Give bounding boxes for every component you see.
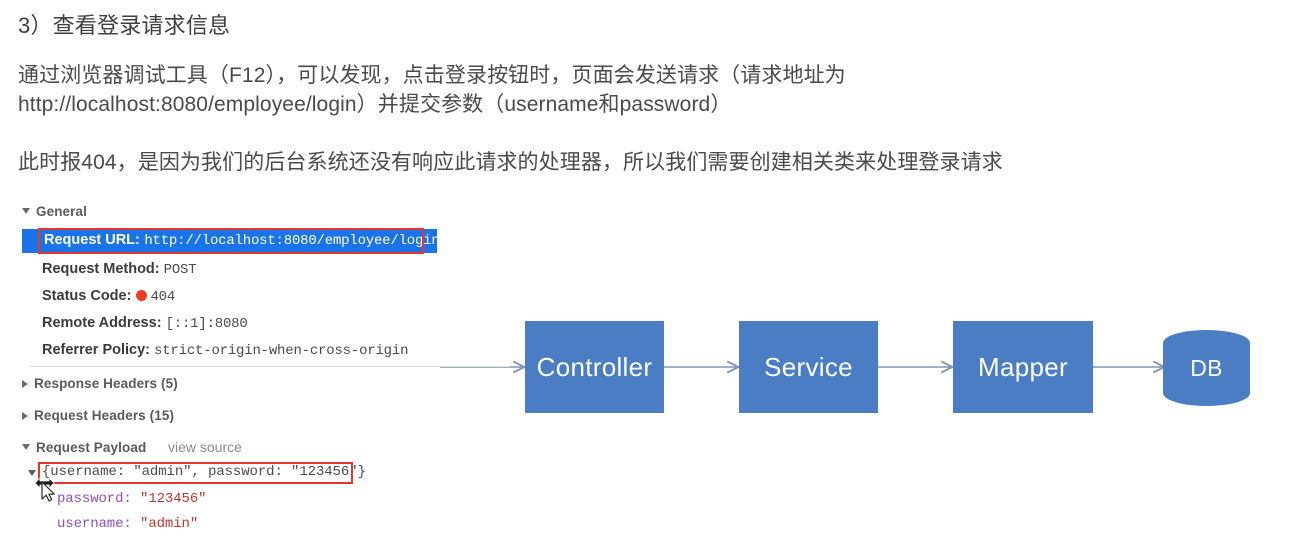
request-method-value: POST xyxy=(163,262,197,278)
request-url-value: http://localhost:8080/employee/login xyxy=(144,233,440,249)
section-general-label: General xyxy=(36,204,87,219)
section-request-headers-label: Request Headers (15) xyxy=(34,408,175,423)
status-error-dot-icon xyxy=(136,290,148,301)
request-url-key: Request URL: xyxy=(44,232,140,248)
diagram-node-db-label: DB xyxy=(1190,354,1223,381)
section-request-headers[interactable]: Request Headers (15) xyxy=(22,408,174,423)
chevron-down-icon xyxy=(22,444,30,450)
diagram-node-mapper-label: Mapper xyxy=(978,351,1068,382)
status-code-key: Status Code: xyxy=(42,288,132,304)
referrer-policy-key: Referrer Policy: xyxy=(42,342,150,358)
diagram-node-mapper: Mapper xyxy=(953,321,1093,413)
payload-username-key: username: xyxy=(57,516,132,532)
row-status-code[interactable]: Status Code: 404 xyxy=(42,286,175,307)
section-request-payload-label: Request Payload xyxy=(36,440,147,455)
referrer-policy-value: strict-origin-when-cross-origin xyxy=(154,343,409,359)
payload-entry-password[interactable]: password: "123456" xyxy=(57,491,207,507)
section-response-headers[interactable]: Response Headers (5) xyxy=(22,376,178,391)
request-method-key: Request Method: xyxy=(42,261,160,277)
section-request-payload[interactable]: Request Payload xyxy=(22,440,146,455)
remote-address-key: Remote Address: xyxy=(42,315,162,331)
payload-password-key: password: xyxy=(57,491,132,507)
view-source-link[interactable]: view source xyxy=(168,439,242,455)
diagram-node-controller-label: Controller xyxy=(536,351,653,382)
payload-username-value: "admin" xyxy=(140,516,199,532)
diagram-node-db: DB xyxy=(1163,330,1250,406)
row-remote-address[interactable]: Remote Address: [::1]:8080 xyxy=(42,313,248,334)
chevron-down-icon xyxy=(22,208,30,214)
diagram-node-service-label: Service xyxy=(764,351,853,382)
payload-password-value: "123456" xyxy=(140,491,207,507)
section-response-headers-label: Response Headers (5) xyxy=(34,376,178,391)
section-general[interactable]: General xyxy=(22,204,87,219)
payload-expand-chevron-down-icon[interactable] xyxy=(28,470,36,476)
row-request-method[interactable]: Request Method: POST xyxy=(42,259,197,280)
row-request-url[interactable]: Request URL: http://localhost:8080/emplo… xyxy=(44,231,440,249)
diagram-node-controller: Controller xyxy=(525,321,664,413)
chevron-right-icon xyxy=(22,380,28,388)
diagram-node-service: Service xyxy=(739,321,878,413)
payload-entry-username[interactable]: username: "admin" xyxy=(57,516,198,532)
chevron-right-icon xyxy=(22,412,28,420)
section-divider xyxy=(30,366,510,367)
status-code-value: 404 xyxy=(150,289,176,305)
payload-summary[interactable]: {username: "admin", password: "123456"} xyxy=(42,464,366,480)
row-referrer-policy[interactable]: Referrer Policy: strict-origin-when-cros… xyxy=(42,340,408,361)
remote-address-value: [::1]:8080 xyxy=(165,316,248,332)
